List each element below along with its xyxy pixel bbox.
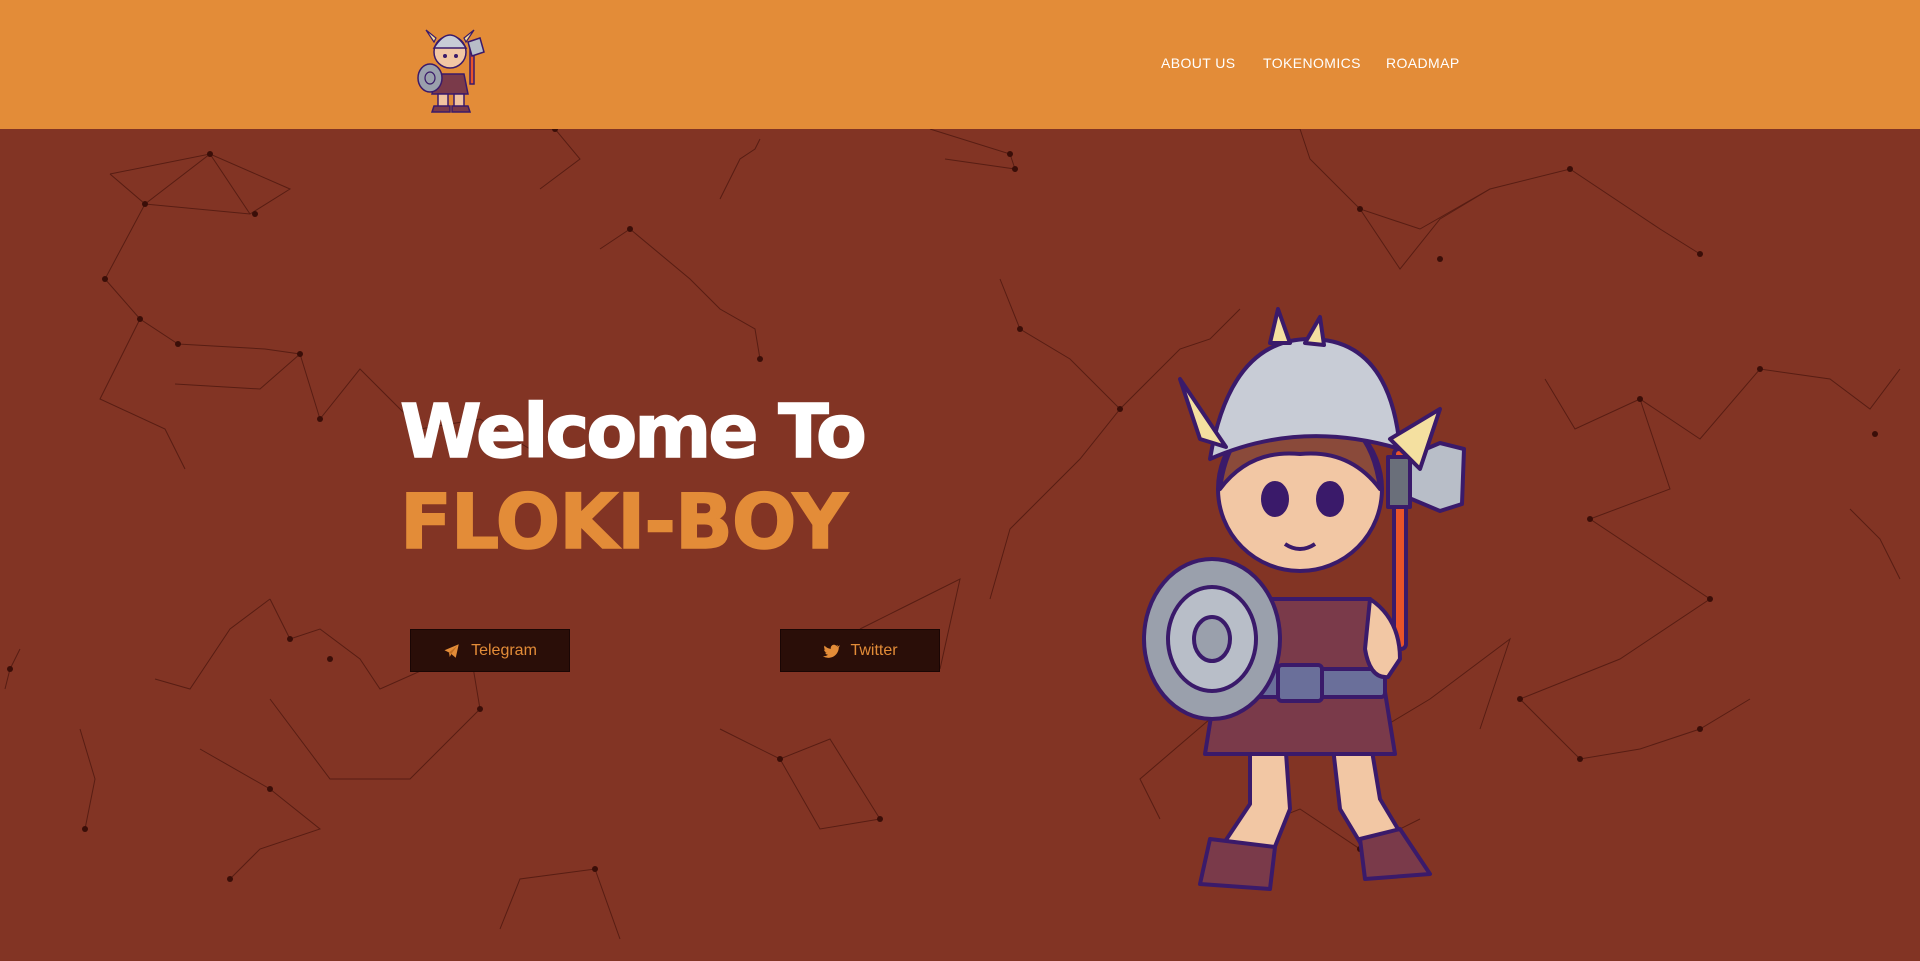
twitter-button-label: Twitter bbox=[850, 641, 898, 659]
site-header: ABOUT US TOKENOMICS ROADMAP bbox=[0, 0, 1920, 129]
viking-boy-mascot-icon bbox=[1142, 307, 1466, 891]
telegram-icon bbox=[444, 643, 459, 658]
viking-boy-logo-icon[interactable] bbox=[408, 12, 500, 116]
hero-title-brand: FLOKI-BOY bbox=[399, 476, 848, 567]
telegram-button-label: Telegram bbox=[471, 641, 537, 659]
nav-about-us[interactable]: ABOUT US bbox=[1161, 55, 1236, 71]
nav-tokenomics[interactable]: TOKENOMICS bbox=[1263, 55, 1361, 71]
twitter-button[interactable]: Twitter bbox=[780, 629, 940, 672]
twitter-icon bbox=[823, 644, 841, 658]
nav-roadmap[interactable]: ROADMAP bbox=[1386, 55, 1460, 71]
hero-section: Welcome To FLOKI-BOY Telegram Twitter bbox=[0, 129, 1920, 961]
hero-title-welcome: Welcome To bbox=[399, 388, 867, 476]
telegram-button[interactable]: Telegram bbox=[410, 629, 570, 672]
